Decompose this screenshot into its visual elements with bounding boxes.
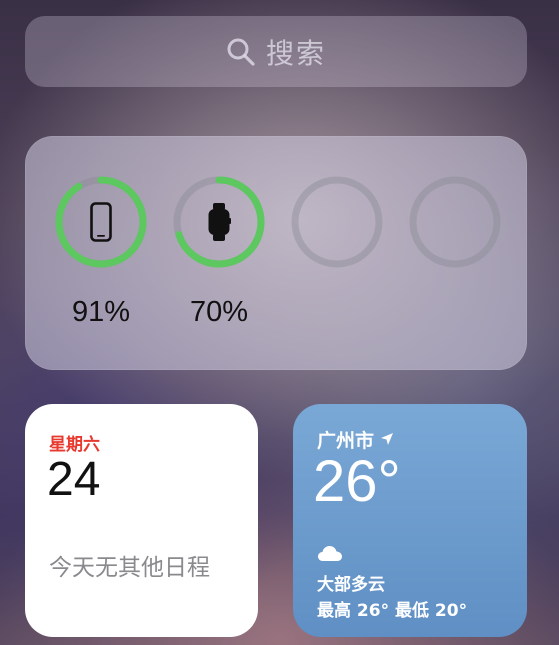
battery-ring-empty (407, 174, 503, 270)
calendar-widget[interactable]: 星期六 24 今天无其他日程 (25, 404, 258, 637)
cloud-icon (317, 544, 343, 566)
weather-widget[interactable]: 广州市 26° 大部多云 最高 26° 最低 20° (293, 404, 527, 637)
search-field[interactable]: 搜索 (226, 32, 326, 72)
weather-temperature: 26° (313, 449, 401, 514)
battery-percent-watch: 70% (189, 296, 249, 328)
search-bar[interactable]: 搜索 (25, 16, 527, 87)
weather-high-low: 最高 26° 最低 20° (317, 601, 468, 621)
watch-icon (171, 174, 267, 270)
search-icon (226, 37, 256, 67)
calendar-no-events: 今天无其他日程 (49, 555, 210, 581)
weather-condition: 大部多云 (317, 575, 385, 595)
battery-ring-iphone (53, 174, 149, 270)
battery-ring-empty (289, 174, 385, 270)
iphone-icon (53, 174, 149, 270)
batteries-widget[interactable]: 91% 70% (25, 136, 527, 370)
calendar-day-number: 24 (47, 453, 101, 506)
battery-percent-iphone: 91% (71, 296, 131, 328)
battery-ring-watch (171, 174, 267, 270)
search-placeholder: 搜索 (265, 36, 326, 70)
